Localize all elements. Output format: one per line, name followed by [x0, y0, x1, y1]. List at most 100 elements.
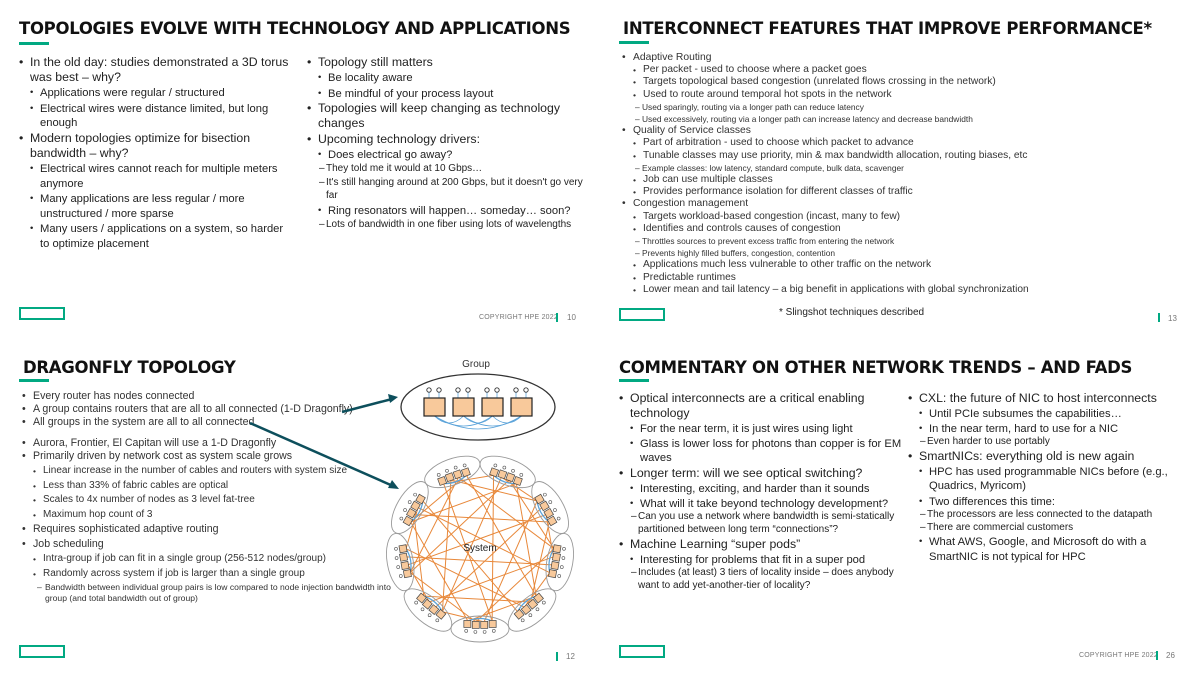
page-number: 10: [567, 313, 576, 322]
bullet: In the old day: studies demonstrated a 3…: [19, 55, 289, 85]
router-icon: [423, 397, 446, 417]
group-outline: [545, 532, 574, 592]
router-icon: [550, 561, 560, 570]
node-icon: [528, 613, 533, 618]
node-icon: [413, 492, 417, 497]
dash-item: – Includes (at least) 3 tiers of locality…: [619, 567, 904, 593]
router-icon: [480, 621, 489, 629]
router-icon: [460, 467, 471, 478]
sub-bullet: For the near term, it is just wires usin…: [619, 422, 904, 436]
node-icon: [562, 547, 566, 551]
dash-item: – They told me it would at 10 Gbps…: [307, 162, 592, 176]
sub-bullet: Many users / applications on a system, s…: [19, 222, 289, 251]
node-icon: [519, 473, 524, 477]
node-icon: [394, 547, 398, 551]
dash-item: – Throttles sources to prevent excess tra…: [622, 235, 1192, 247]
dash-glyph: –: [920, 436, 926, 448]
bullet: Congestion management: [622, 198, 1192, 210]
sub-bullet: Be mindful of your process layout: [307, 87, 592, 102]
node-icon: [464, 629, 469, 633]
global-link: [450, 479, 538, 502]
slide-commentary-network-trends: COMMENTARY ON OTHER NETWORK TRENDS – AND…: [602, 339, 1200, 675]
dash-text: Lots of bandwidth in one fiber using lot…: [326, 219, 572, 231]
dash-glyph: –: [319, 219, 325, 231]
page-divider: [1158, 313, 1160, 322]
router-icon: [402, 569, 412, 579]
node-icon: [553, 508, 557, 512]
router-icon: [505, 472, 516, 483]
dash-glyph: –: [635, 248, 640, 259]
dash-text: Example classes: low latency, standard c…: [642, 162, 904, 173]
slide-interconnect-features: INTERCONNECT FEATURES THAT IMPROVE PERFO…: [602, 0, 1200, 336]
dash-item: – Prevents highly filled buffers, congest…: [622, 247, 1192, 259]
router-icon: [481, 397, 504, 417]
node-icon: [556, 516, 561, 521]
sub-bullet: What will it take beyond technology deve…: [619, 497, 904, 511]
node-icon: [407, 500, 412, 504]
sub-bullet: Per packet - used to choose where a pack…: [622, 64, 1192, 76]
system-label: System: [463, 543, 496, 554]
router-icon: [548, 569, 558, 579]
node-icon: [493, 463, 498, 468]
bullet-list-right: Topology still matters Be locality aware…: [307, 55, 592, 232]
sub-bullet: Glass is lower loss for photons than cop…: [619, 437, 904, 465]
sub-bullet: Targets topological based congestion (un…: [622, 76, 1192, 88]
node-icon: [494, 387, 500, 393]
group-outline: [386, 532, 415, 592]
dash-text: Used excessively, routing via a longer p…: [642, 114, 973, 125]
node-icon: [473, 630, 478, 634]
sub-bullet: Interesting, exciting, and harder than i…: [619, 482, 904, 496]
dash-glyph: –: [920, 521, 926, 533]
slide-dragonfly-topology: DRAGONFLY TOPOLOGY Every router has node…: [0, 339, 598, 675]
title-accent-bar: [19, 42, 49, 45]
bullet: SmartNICs: everything old is new again: [908, 449, 1193, 464]
node-icon: [548, 500, 553, 504]
node-icon: [523, 387, 529, 393]
group-outline: [479, 455, 536, 489]
footnote: * Slingshot techniques described: [779, 307, 925, 318]
bullet: Machine Learning “super pods”: [619, 537, 904, 552]
dragonfly-diagram: Group System: [249, 359, 574, 643]
bullet-list-left: Optical interconnects are a critical ena…: [619, 391, 904, 592]
group-outline: [507, 588, 557, 632]
node-icon: [557, 574, 562, 578]
dash-glyph: –: [635, 236, 640, 247]
slide-title: COMMENTARY ON OTHER NETWORK TRENDS – AND…: [619, 358, 1133, 377]
sub-bullet: Electrical wires cannot reach for multip…: [19, 162, 289, 191]
node-icon: [465, 387, 471, 393]
router-icon: [463, 620, 472, 628]
arrow-to-group: [341, 397, 393, 414]
copyright: COPYRIGHT HPE 2022: [479, 314, 558, 321]
router-icon: [488, 620, 497, 628]
node-icon: [426, 387, 432, 393]
node-icon: [535, 607, 540, 612]
hpe-logo-icon: [619, 645, 665, 658]
dash-text: Includes (at least) 3 tiers of locality …: [638, 566, 894, 591]
sub-bullet: Targets workload-based congestion (incas…: [622, 211, 1192, 223]
sub-bullet: Electrical wires were distance limited, …: [19, 102, 289, 131]
dash-item: – Example classes: low latency, standard …: [622, 162, 1192, 174]
hpe-logo-icon: [19, 307, 65, 320]
hpe-logo-icon: [19, 645, 65, 658]
node-icon: [445, 468, 449, 473]
router-icon: [551, 552, 561, 562]
node-icon: [491, 629, 496, 633]
bullet: Quality of Service classes: [622, 125, 1192, 137]
copyright: COPYRIGHT HPE 2022: [1079, 652, 1158, 659]
router-icon: [452, 469, 463, 480]
sub-bullet: Predictable runtimes: [622, 272, 1192, 284]
router-icon: [399, 552, 409, 562]
title-accent-bar: [619, 379, 649, 382]
page-number: 13: [1168, 314, 1177, 323]
global-link: [423, 595, 531, 603]
bullet-list-right: CXL: the future of NIC to host interconn…: [908, 391, 1193, 564]
node-icon: [453, 465, 458, 470]
node-icon: [403, 508, 407, 512]
page-divider: [556, 313, 558, 322]
bullet: Modern topologies optimize for bisection…: [19, 131, 289, 161]
dash-text: Prevents highly filled buffers, congesti…: [642, 248, 836, 259]
dash-glyph: –: [635, 162, 640, 173]
page-divider: [1156, 651, 1158, 660]
sub-bullet: Interesting for problems that fit in a s…: [619, 553, 904, 567]
router-icon: [400, 561, 410, 570]
